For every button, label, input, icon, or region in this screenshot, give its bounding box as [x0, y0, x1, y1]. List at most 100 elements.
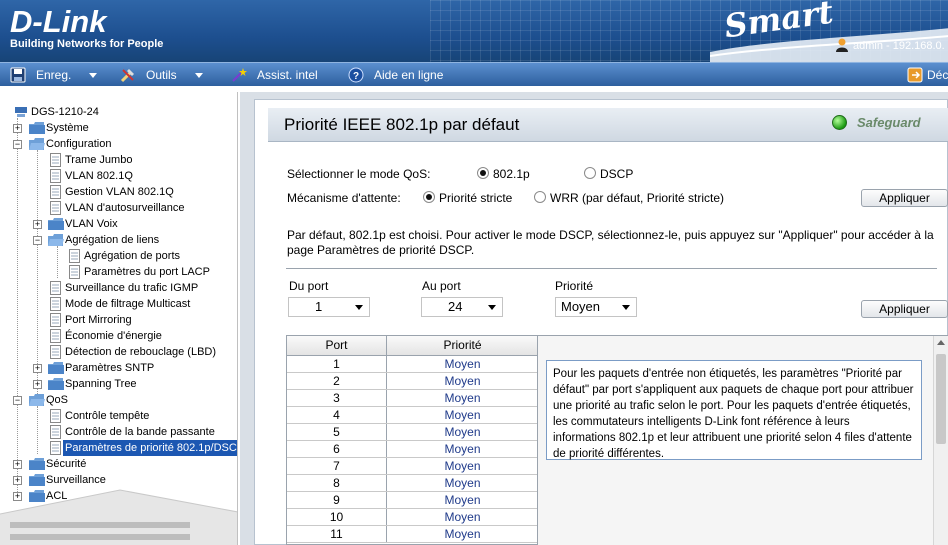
tools-menu[interactable]: Outils — [120, 63, 203, 87]
queue-wrr-radio[interactable] — [534, 191, 546, 203]
expand-plus-icon[interactable]: + — [33, 220, 42, 229]
cell-port: 8 — [287, 475, 387, 491]
qos-mode-label: Sélectionner le mode QoS: — [287, 167, 431, 181]
save-menu[interactable]: Enreg. — [10, 63, 98, 87]
tree-label: Trame Jumbo — [65, 154, 133, 166]
vertical-scrollbar[interactable] — [933, 336, 948, 545]
apply-button-mode[interactable]: Appliquer — [861, 189, 948, 207]
tree-label: Configuration — [46, 138, 112, 150]
table-row: 7 Moyen — [287, 458, 537, 475]
page-icon — [69, 265, 80, 279]
tree-item-lbd[interactable]: Détection de rebouclage (LBD) — [0, 344, 237, 360]
collapse-minus-icon[interactable]: − — [33, 236, 42, 245]
user-label: admin - 192.168.0. — [853, 40, 945, 52]
folder-open-icon — [29, 394, 45, 406]
apply-button-priority[interactable]: Appliquer — [861, 300, 948, 318]
tree-label: QoS — [46, 394, 69, 406]
tree-item-bandwidth[interactable]: Contrôle de la bande passante — [0, 424, 237, 440]
logout-icon — [907, 67, 923, 83]
from-port-value: 1 — [315, 299, 323, 314]
logout-button[interactable]: Déc — [907, 63, 948, 87]
cell-priority: Moyen — [444, 442, 481, 456]
table-header: Port Priorité — [287, 336, 537, 356]
collapse-minus-icon[interactable]: − — [13, 140, 22, 149]
queue-strict-radio[interactable] — [423, 191, 435, 203]
device-label: DGS-1210-24 — [31, 106, 99, 118]
tree-item-qos[interactable]: − QoS — [0, 392, 237, 408]
tree-item-igmp[interactable]: Surveillance du trafic IGMP — [0, 280, 237, 296]
to-port-label: Au port — [422, 279, 461, 293]
qos-mode-dscp-radio[interactable] — [584, 167, 596, 179]
from-port-select[interactable]: 1 — [288, 297, 370, 317]
priority-label: Priorité — [555, 279, 594, 293]
cell-port: 4 — [287, 407, 387, 423]
chevron-down-icon — [89, 72, 98, 78]
switch-illustration — [0, 489, 237, 545]
tree-item-vlan-mgmt[interactable]: Gestion VLAN 802.1Q — [0, 184, 237, 200]
qos-mode-dscp-label: DSCP — [600, 167, 634, 181]
wizard-wand-icon — [232, 68, 247, 82]
tree-label: Paramètres de priorité 802.1p/DSC — [63, 440, 237, 456]
tools-icon — [120, 69, 134, 83]
tree-item-spanning-tree[interactable]: + Spanning Tree — [0, 376, 237, 392]
tree-label: Surveillance du trafic IGMP — [65, 282, 199, 294]
table-row: 10 Moyen — [287, 509, 537, 526]
tree-item-priority-settings[interactable]: Paramètres de priorité 802.1p/DSC — [0, 440, 237, 456]
folder-open-icon — [48, 234, 64, 246]
page-title: Priorité IEEE 802.1p par défaut — [284, 115, 520, 134]
priority-select[interactable]: Moyen — [555, 297, 637, 317]
tree-label: Sécurité — [46, 458, 87, 470]
wizard-label: Assist. intel — [257, 68, 318, 82]
expand-plus-icon[interactable]: + — [13, 124, 22, 133]
expand-plus-icon[interactable]: + — [33, 380, 42, 389]
svg-text:?: ? — [353, 71, 359, 82]
app-header: D-Link Building Networks for People Smar… — [0, 0, 948, 62]
tree-item-port-aggregation[interactable]: Agrégation de ports — [0, 248, 237, 264]
queue-mechanism-label: Mécanisme d'attente: — [287, 191, 401, 205]
cell-port: 9 — [287, 492, 387, 508]
tree-item-mirroring[interactable]: Port Mirroring — [0, 312, 237, 328]
tree-item-vlan[interactable]: VLAN 802.1Q — [0, 168, 237, 184]
cell-priority: Moyen — [444, 425, 481, 439]
tree-item-energy[interactable]: Économie d'énergie — [0, 328, 237, 344]
table-row: 3 Moyen — [287, 390, 537, 407]
help-button[interactable]: ? Aide en ligne — [348, 63, 443, 87]
tree-item-auto-surveillance[interactable]: VLAN d'autosurveillance — [0, 200, 237, 216]
tree-item-storm-control[interactable]: Contrôle tempête — [0, 408, 237, 424]
to-port-select[interactable]: 24 — [421, 297, 503, 317]
folder-icon — [29, 122, 45, 134]
folder-icon — [48, 362, 64, 374]
qos-mode-8021p-radio[interactable] — [477, 167, 489, 179]
cell-port: 11 — [287, 526, 387, 542]
scroll-up-icon[interactable] — [937, 340, 945, 345]
tree-label: Spanning Tree — [65, 378, 137, 390]
tree-label: Paramètres du port LACP — [84, 266, 210, 278]
tree-item-voice-vlan[interactable]: + VLAN Voix — [0, 216, 237, 232]
chevron-down-icon — [488, 305, 496, 310]
scrollbar-thumb[interactable] — [936, 354, 946, 444]
wizard-button[interactable]: Assist. intel — [231, 63, 318, 87]
expand-plus-icon[interactable]: + — [33, 364, 42, 373]
page-icon — [69, 249, 80, 263]
page-icon — [50, 297, 61, 311]
tree-item-security[interactable]: + Sécurité — [0, 456, 237, 472]
tree-root-device[interactable]: DGS-1210-24 — [0, 104, 237, 120]
to-port-value: 24 — [448, 299, 463, 314]
tree-label: Paramètres SNTP — [65, 362, 155, 374]
tree-item-link-aggregation[interactable]: − Agrégation de liens — [0, 232, 237, 248]
chevron-down-icon — [194, 72, 203, 78]
collapse-minus-icon[interactable]: − — [13, 396, 22, 405]
tree-item-configuration[interactable]: − Configuration — [0, 136, 237, 152]
info-box: Pour les paquets d'entrée non étiquetés,… — [546, 360, 922, 460]
table-row: 1 Moyen — [287, 356, 537, 373]
tree-item-jumbo[interactable]: Trame Jumbo — [0, 152, 237, 168]
tree-item-lacp[interactable]: Paramètres du port LACP — [0, 264, 237, 280]
tree-label: Gestion VLAN 802.1Q — [65, 186, 174, 198]
page-icon — [50, 441, 61, 455]
tree-item-system[interactable]: + Système — [0, 120, 237, 136]
expand-plus-icon[interactable]: + — [13, 460, 22, 469]
tree-item-sntp[interactable]: + Paramètres SNTP — [0, 360, 237, 376]
tree-item-multicast[interactable]: Mode de filtrage Multicast — [0, 296, 237, 312]
tree-label: VLAN 802.1Q — [65, 170, 133, 182]
cell-port: 2 — [287, 373, 387, 389]
